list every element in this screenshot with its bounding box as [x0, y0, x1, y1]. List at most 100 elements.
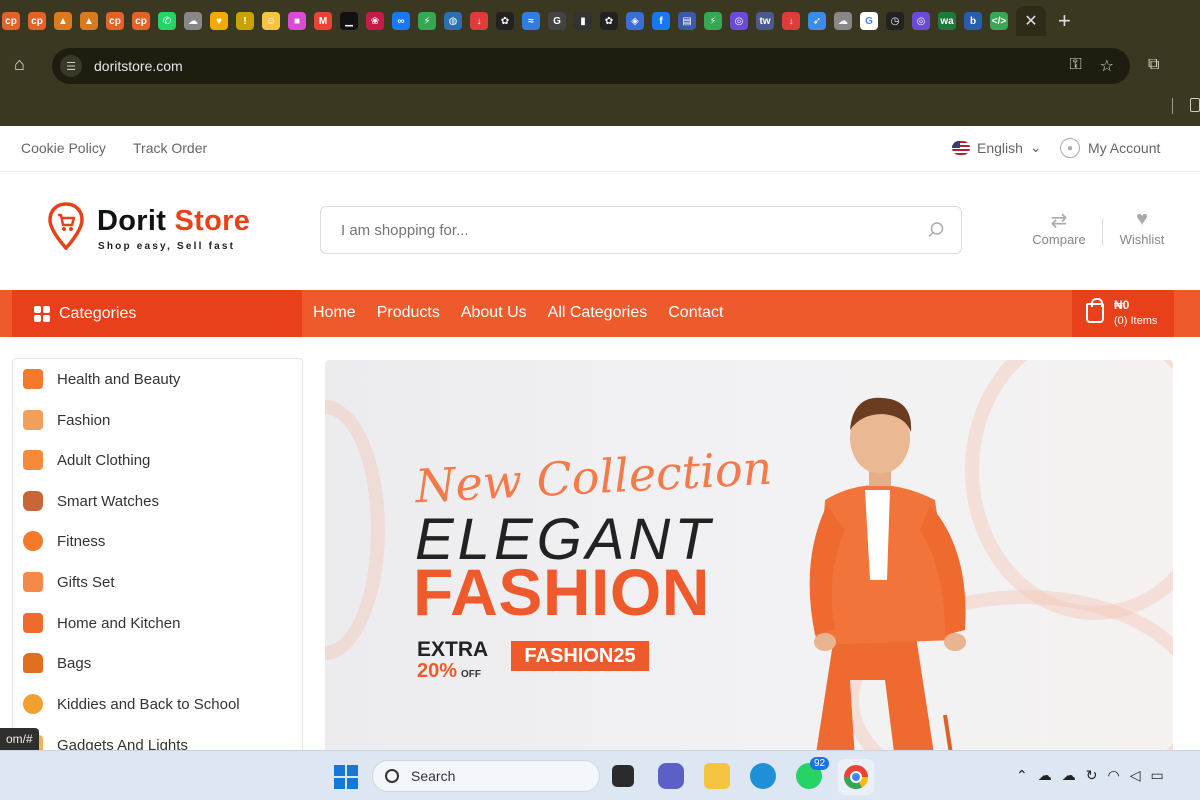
nav-about-us[interactable]: About Us	[461, 304, 527, 322]
all-bookmarks-icon[interactable]	[1190, 98, 1200, 112]
spiral-icon[interactable]: ◎	[730, 12, 748, 30]
bookmarks-separator	[1172, 98, 1173, 114]
sidebar-item-gifts-set[interactable]: Gifts Set	[23, 572, 115, 592]
wifi-icon[interactable]: ◠	[1107, 767, 1119, 784]
lightning-icon[interactable]: ⚡	[418, 12, 436, 30]
sidebar-item-home-kitchen[interactable]: Home and Kitchen	[23, 613, 180, 633]
taskbar-search[interactable]: Search	[372, 760, 600, 792]
google-icon[interactable]: G	[860, 12, 878, 30]
wishlist-button[interactable]: ♥ Wishlist	[1112, 208, 1172, 247]
volume-icon[interactable]: ◁	[1130, 767, 1141, 784]
raspberry-icon[interactable]: ❀	[366, 12, 384, 30]
sidebar-item-label: Fashion	[57, 411, 111, 429]
fashion-icon	[23, 410, 43, 430]
openai-icon[interactable]: ✿	[600, 12, 618, 30]
search-input[interactable]	[341, 221, 901, 239]
smile-icon[interactable]: ☺	[262, 12, 280, 30]
sidebar-item-health-beauty[interactable]: Health and Beauty	[23, 369, 180, 389]
windows-start-icon[interactable]	[334, 765, 358, 789]
cart-button[interactable]: ₦0 (0) Items	[1072, 290, 1174, 337]
spiral-icon[interactable]: ◎	[912, 12, 930, 30]
search-box[interactable]	[320, 206, 962, 254]
url-text[interactable]: doritstore.com	[94, 58, 183, 74]
address-bar[interactable]: ☰ doritstore.com ⚿ ☆	[52, 48, 1130, 84]
health-beauty-icon	[23, 369, 43, 389]
triangle-icon[interactable]: ▲	[54, 12, 72, 30]
search-icon[interactable]	[927, 221, 945, 239]
sidebar-item-fashion[interactable]: Fashion	[23, 410, 110, 430]
sidebar-item-bags[interactable]: Bags	[23, 653, 91, 673]
b-icon[interactable]: b	[964, 12, 982, 30]
onedrive-icon[interactable]: ☁	[1062, 767, 1076, 784]
lightning-icon[interactable]: ⚡	[704, 12, 722, 30]
extensions-icon[interactable]: ⧉	[1148, 56, 1159, 74]
sound-icon[interactable]: ▮	[574, 12, 592, 30]
system-tray: ⌃ ☁ ☁ ↻ ◠ ◁ ▭	[1016, 767, 1164, 784]
triangle-icon[interactable]: ▲	[80, 12, 98, 30]
rocket-icon[interactable]: ➶	[808, 12, 826, 30]
news-icon[interactable]: ▤	[678, 12, 696, 30]
download-icon[interactable]: ↓	[782, 12, 800, 30]
home-icon[interactable]: ⌂	[14, 54, 34, 74]
site-settings-icon[interactable]: ☰	[60, 55, 82, 77]
tab-close-button[interactable]: ✕	[1016, 6, 1046, 36]
teams-icon[interactable]	[658, 763, 684, 789]
categories-button[interactable]: Categories	[12, 290, 302, 337]
wa-icon[interactable]: wa	[938, 12, 956, 30]
wave-icon[interactable]: ≈	[522, 12, 540, 30]
cart-pin-logo-icon[interactable]	[48, 202, 84, 250]
battery-icon[interactable]: ▭	[1150, 767, 1163, 784]
chart-icon[interactable]: ▁	[340, 12, 358, 30]
tw-icon[interactable]: tw	[756, 12, 774, 30]
edge-icon[interactable]	[750, 763, 776, 789]
track-order-link[interactable]: Track Order	[133, 140, 207, 156]
bag-icon	[23, 653, 43, 673]
sidebar-item-smart-watches[interactable]: Smart Watches	[23, 491, 159, 511]
gmail-icon[interactable]: M	[314, 12, 332, 30]
whatsapp-icon[interactable]: ✆	[158, 12, 176, 30]
cp-icon[interactable]: cp	[28, 12, 46, 30]
openai-icon[interactable]: ✿	[496, 12, 514, 30]
bookmark-star-icon[interactable]: ☆	[1100, 56, 1114, 76]
compare-button[interactable]: ⇄ Compare	[1026, 208, 1092, 247]
code-icon[interactable]: </>	[990, 12, 1008, 30]
g-icon[interactable]: G	[548, 12, 566, 30]
sidebar-item-kiddies[interactable]: Kiddies and Back to School	[23, 694, 240, 714]
heart-icon[interactable]: ♥	[210, 12, 228, 30]
site-logo[interactable]: Dorit Store	[97, 205, 250, 238]
globe-icon[interactable]: ◍	[444, 12, 462, 30]
language-selector[interactable]: English ⌄	[952, 139, 1042, 156]
password-key-icon[interactable]: ⚿	[1069, 56, 1081, 76]
nav-home[interactable]: Home	[313, 304, 356, 322]
new-tab-button[interactable]: +	[1058, 8, 1071, 34]
bookmark-icon[interactable]: !	[236, 12, 254, 30]
cloud-icon[interactable]: ☁	[184, 12, 202, 30]
task-view-icon[interactable]	[612, 765, 634, 787]
facebook-icon[interactable]: f	[652, 12, 670, 30]
cloud-icon[interactable]: ☁	[834, 12, 852, 30]
clock-icon[interactable]: ◷	[886, 12, 904, 30]
logo-accent-text: Store	[174, 205, 251, 237]
nav-all-categories[interactable]: All Categories	[548, 304, 648, 322]
hero-banner[interactable]: New Collection ELEGANT FASHION EXTRA 20%…	[325, 360, 1173, 750]
decorative-brush-stroke	[325, 400, 385, 660]
my-account-link[interactable]: ● My Account	[1060, 138, 1160, 158]
nav-contact[interactable]: Contact	[668, 304, 723, 322]
file-explorer-icon[interactable]	[704, 763, 730, 789]
sidebar-item-fitness[interactable]: Fitness	[23, 531, 105, 551]
sync-icon[interactable]: ↻	[1086, 767, 1098, 784]
download-icon[interactable]: ↓	[470, 12, 488, 30]
onedrive-icon[interactable]: ☁	[1038, 767, 1052, 784]
grid-icon[interactable]: ■	[288, 12, 306, 30]
nav-products[interactable]: Products	[377, 304, 440, 322]
cp-icon[interactable]: cp	[2, 12, 20, 30]
shield-icon[interactable]: ◈	[626, 12, 644, 30]
sidebar-item-gadgets[interactable]: Gadgets And Lights	[23, 735, 188, 750]
chevron-up-icon[interactable]: ⌃	[1016, 767, 1028, 784]
sidebar-item-adult-clothing[interactable]: Adult Clothing	[23, 450, 150, 470]
meta-icon[interactable]: ∞	[392, 12, 410, 30]
cp-icon[interactable]: cp	[106, 12, 124, 30]
cp-icon[interactable]: cp	[132, 12, 150, 30]
chrome-app-button[interactable]	[838, 759, 874, 795]
cookie-policy-link[interactable]: Cookie Policy	[21, 140, 106, 156]
